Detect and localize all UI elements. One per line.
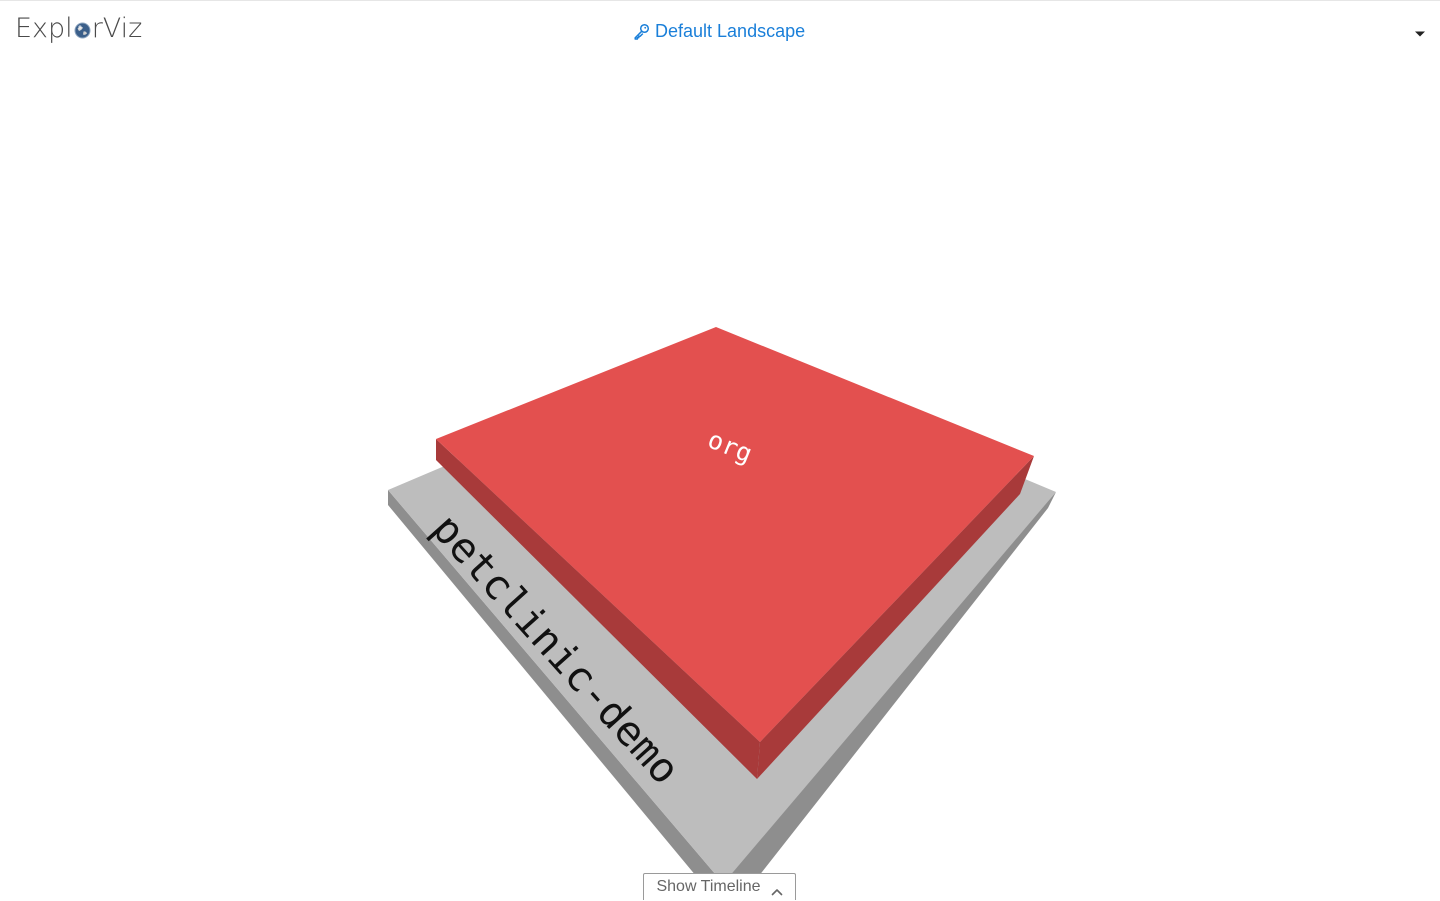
chevron-up-icon bbox=[771, 883, 783, 896]
show-timeline-button[interactable]: Show Timeline bbox=[643, 873, 796, 900]
city-scene: petclinic-demo org bbox=[388, 327, 1056, 900]
landscape-3d-canvas[interactable]: petclinic-demo org bbox=[0, 60, 1440, 900]
show-timeline-label: Show Timeline bbox=[656, 878, 761, 895]
